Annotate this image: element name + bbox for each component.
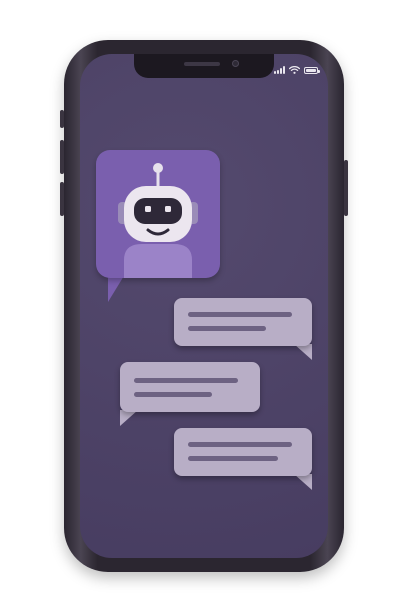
power-button	[344, 160, 348, 216]
text-placeholder-line	[188, 456, 278, 461]
chat-bubble-incoming	[174, 298, 312, 346]
bubble-tail	[120, 410, 138, 426]
signal-bars-icon	[274, 66, 285, 74]
status-bar	[274, 66, 320, 74]
text-placeholder-line	[134, 378, 238, 383]
battery-icon	[304, 66, 320, 74]
notch	[134, 54, 274, 78]
phone-screen	[80, 54, 328, 558]
text-placeholder-line	[188, 442, 292, 447]
volume-down-button	[60, 182, 64, 216]
text-placeholder-line	[134, 392, 212, 397]
mute-switch	[60, 110, 64, 128]
robot-icon	[118, 163, 198, 278]
bubble-tail	[294, 474, 312, 490]
chat-bubble-outgoing	[120, 362, 260, 412]
illustration-stage	[0, 0, 408, 612]
text-placeholder-line	[188, 312, 292, 317]
volume-up-button	[60, 140, 64, 174]
text-placeholder-line	[188, 326, 266, 331]
bubble-tail	[294, 344, 312, 360]
earpiece-speaker	[184, 62, 220, 66]
bot-avatar-card	[96, 150, 220, 278]
wifi-icon	[289, 66, 300, 74]
front-camera	[232, 60, 239, 67]
chat-bubble-incoming	[174, 428, 312, 476]
